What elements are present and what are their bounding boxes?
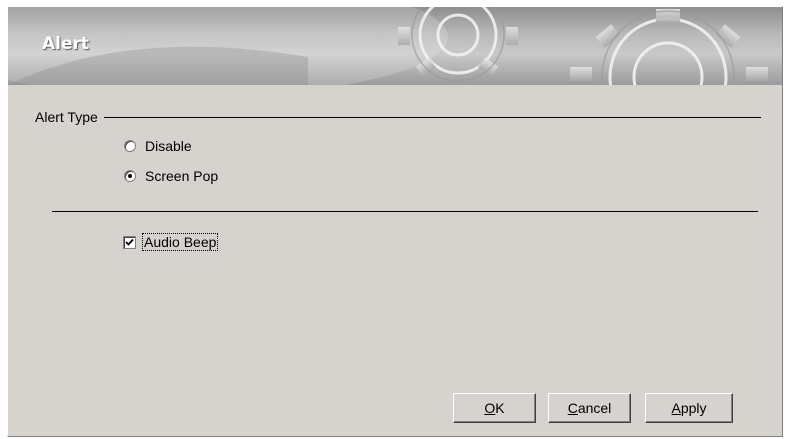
cancel-mnemonic: C <box>567 400 578 416</box>
disable-radio-option[interactable]: Disable <box>124 138 192 154</box>
group-divider <box>35 117 761 118</box>
audio-beep-option[interactable]: Audio Beep <box>123 233 219 251</box>
screen-pop-radio-label: Screen Pop <box>145 168 219 184</box>
gears-icon <box>8 7 768 85</box>
screen-pop-radio-option[interactable]: Screen Pop <box>124 168 218 184</box>
cancel-label-rest: ancel <box>577 400 612 416</box>
section-divider <box>52 211 758 212</box>
audio-beep-checkbox[interactable] <box>123 235 136 249</box>
apply-button[interactable]: Apply <box>645 393 733 423</box>
disable-radio-label: Disable <box>145 138 192 154</box>
header-banner: Alert <box>8 7 782 85</box>
page-title: Alert <box>42 34 90 54</box>
screen-pop-radio[interactable] <box>124 170 136 182</box>
checkmark-icon <box>125 238 134 246</box>
ok-label-rest: K <box>495 400 505 416</box>
disable-radio[interactable] <box>124 140 136 152</box>
alert-type-group-label: Alert Type <box>35 109 104 125</box>
apply-label-rest: pply <box>680 400 707 416</box>
audio-beep-label: Audio Beep <box>142 233 219 251</box>
apply-mnemonic: A <box>671 400 681 416</box>
alert-dialog: Alert Alert Type Disable Screen Pop Audi… <box>7 6 783 437</box>
radio-selected-dot <box>128 174 132 178</box>
ok-button[interactable]: OK <box>453 393 536 423</box>
ok-mnemonic: O <box>484 400 496 416</box>
cancel-button[interactable]: Cancel <box>548 393 631 423</box>
